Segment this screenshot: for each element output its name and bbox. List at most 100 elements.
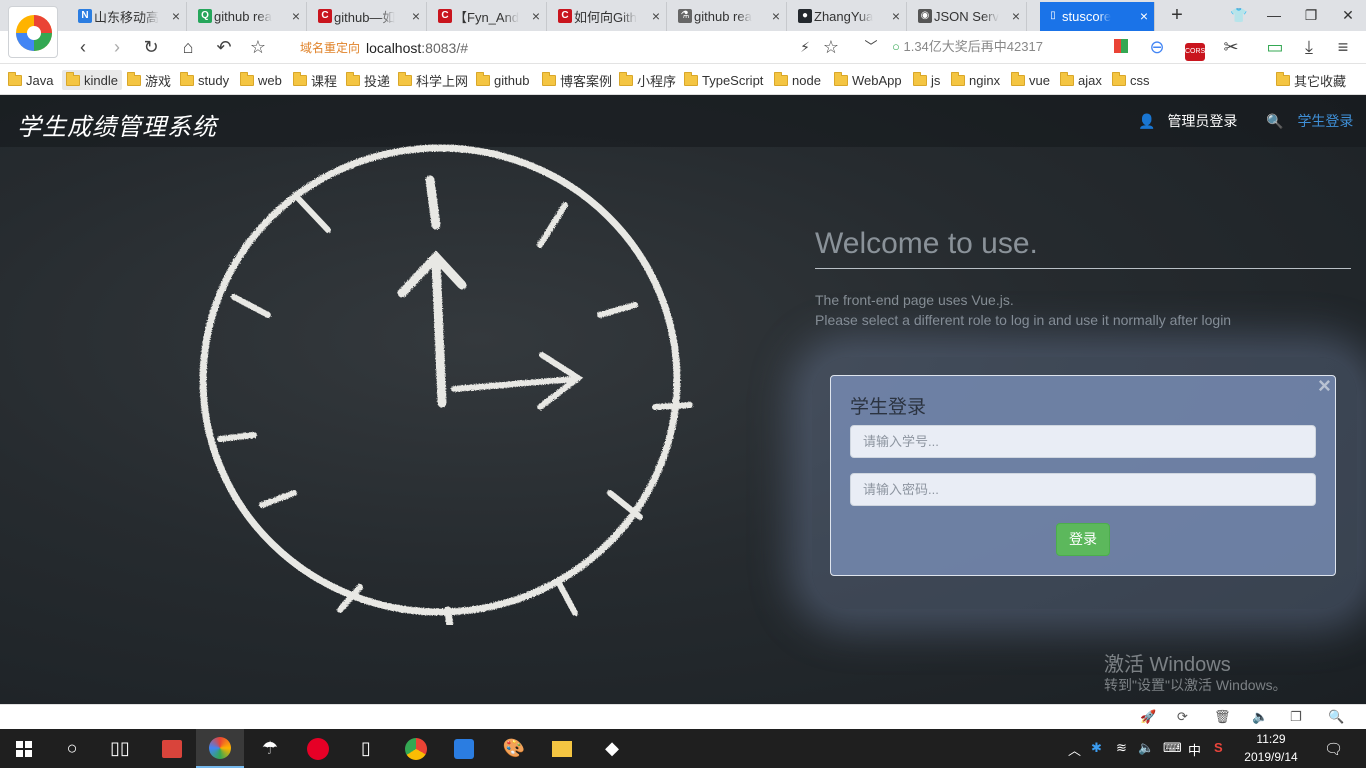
browser-tab[interactable]: ◉ JSON Serv × [912, 2, 1027, 31]
browser-taskbar-icon[interactable] [196, 729, 244, 768]
task-view-icon[interactable]: ▯▯ [96, 729, 144, 768]
forward-icon[interactable]: › [106, 36, 128, 58]
bookmark-star-icon[interactable]: ☆ [820, 36, 842, 58]
file-icon[interactable]: ▯ [342, 729, 390, 768]
browser-tab[interactable]: Cgithub—如 × [312, 2, 427, 31]
tab-close-icon[interactable]: × [652, 8, 660, 24]
close-window-button[interactable]: ✕ [1333, 4, 1363, 26]
wifi-icon[interactable]: ≋ [1116, 740, 1127, 756]
rocket-icon[interactable]: 🚀 [1140, 709, 1156, 725]
shield-app-icon[interactable] [440, 729, 488, 768]
bookmark-item[interactable]: ajax [1060, 70, 1102, 90]
ime-indicator[interactable]: 中 [1188, 740, 1201, 759]
admin-login-link[interactable]: 👤 管理员登录 [1138, 111, 1237, 131]
url-text[interactable]: localhost:8083/# [366, 40, 468, 56]
scissors-icon[interactable]: ✂ [1220, 36, 1242, 58]
tab-close-icon[interactable]: × [172, 8, 180, 24]
bookmark-item[interactable]: TypeScript [684, 70, 763, 90]
browser-tab[interactable]: C 如何向Gith × [552, 2, 667, 31]
bookmark-other[interactable]: 其它收藏 [1276, 70, 1346, 90]
sogou-ime-icon[interactable]: S [1214, 740, 1223, 755]
notification-icon[interactable]: 🗨 [1324, 740, 1343, 758]
zoom-icon[interactable]: 🔍 [1328, 709, 1344, 725]
minimize-button[interactable]: — [1259, 4, 1289, 26]
close-icon[interactable]: × [1318, 375, 1331, 397]
clock-time[interactable]: 11:29 [1244, 732, 1298, 746]
bookmark-item[interactable]: css [1112, 70, 1150, 90]
student-login-link[interactable]: 🔍 学生登录 [1266, 111, 1353, 131]
bookmark-item[interactable]: 投递 [346, 70, 390, 90]
bookmark-item[interactable]: 课程 [293, 70, 337, 90]
student-id-input[interactable] [850, 425, 1316, 458]
app-brand[interactable]: 学生成绩管理系统 [17, 107, 217, 142]
browser-logo[interactable] [8, 6, 58, 58]
browser-tab[interactable]: ● ZhangYua × [792, 2, 907, 31]
bookmark-item[interactable]: 科学上网 [398, 70, 468, 90]
bookmark-item[interactable]: nginx [951, 70, 1000, 90]
tab-close-icon[interactable]: × [772, 8, 780, 24]
bookmark-item[interactable]: node [774, 70, 821, 90]
umbrella-app-icon[interactable]: ☂ [246, 729, 294, 768]
browser-tab[interactable]: N 山东移动高 × [72, 2, 187, 31]
tab-close-icon[interactable]: × [292, 8, 300, 24]
menu-icon[interactable]: ≡ [1332, 36, 1354, 58]
refresh-icon[interactable]: ↻ [140, 36, 162, 58]
tab-close-icon[interactable]: × [532, 8, 540, 24]
bookmark-item[interactable]: WebApp [834, 70, 902, 90]
tray-app-icon[interactable]: ✱ [1091, 740, 1102, 756]
chevron-down-icon[interactable]: ﹀ [860, 36, 882, 58]
trash-icon[interactable]: 🗑 [1214, 709, 1231, 725]
netease-music-icon[interactable] [294, 729, 342, 768]
bookmark-item[interactable]: js [913, 70, 940, 90]
login-button[interactable]: 登录 [1056, 523, 1110, 556]
tab-title: github rea [694, 9, 752, 24]
browser-tab[interactable]: C 【Fyn_And × [432, 2, 547, 31]
cors-extension-icon[interactable]: CORS [1184, 36, 1206, 61]
bookmark-item[interactable]: vue [1011, 70, 1050, 90]
minus-circle-icon[interactable]: ⊖ [1146, 36, 1168, 58]
restore-button[interactable]: ❐ [1296, 4, 1326, 26]
tab-close-icon[interactable]: × [1140, 8, 1148, 24]
git-app-icon[interactable]: ◆ [588, 729, 636, 768]
bookmark-item[interactable]: Java [8, 70, 53, 90]
paint-app-icon[interactable]: 🎨 [490, 729, 538, 768]
keyboard-icon[interactable]: ⌨ [1163, 740, 1182, 756]
clock-date[interactable]: 2019/9/14 [1238, 750, 1304, 764]
cortana-search-icon[interactable]: ○ [48, 729, 96, 768]
new-tab-button[interactable]: + [1162, 4, 1192, 26]
home-icon[interactable]: ⌂ [177, 36, 199, 58]
undo-close-icon[interactable]: ↶ [213, 36, 235, 58]
volume-icon[interactable]: 🔈 [1138, 740, 1154, 756]
tab-close-icon[interactable]: × [1012, 8, 1020, 24]
folder-icon [684, 71, 698, 86]
browser-tab[interactable]: ⚗ github rea × [672, 2, 787, 31]
bookmark-item[interactable]: github [476, 70, 529, 90]
shirt-skin-icon[interactable]: 👕 [1224, 4, 1254, 26]
address-bar[interactable]: 域名重定向 localhost:8083/# [286, 35, 856, 60]
bookmark-item[interactable]: kindle [62, 70, 122, 90]
bookmark-item[interactable]: study [180, 70, 229, 90]
favorite-star-icon[interactable]: ☆ [247, 36, 269, 58]
browser-tab[interactable]: ▯ stuscore × [1040, 2, 1155, 31]
browser-tab[interactable]: Qgithub rea × [192, 2, 307, 31]
chevron-up-icon[interactable]: ︿ [1068, 740, 1081, 759]
back-icon[interactable]: ‹ [72, 36, 94, 58]
tab-close-icon[interactable]: × [892, 8, 900, 24]
hot-search-box[interactable]: ○ 1.34亿大奖后再中42317 [892, 36, 1092, 58]
speaker-icon[interactable]: 🔈 [1252, 709, 1268, 725]
bookmark-item[interactable]: 游戏 [127, 70, 171, 90]
download-icon[interactable]: ⤓ [1298, 36, 1320, 58]
apps-grid-icon[interactable] [1110, 36, 1132, 58]
file-explorer-icon[interactable] [538, 729, 586, 768]
presentation-app-icon[interactable] [148, 729, 196, 768]
chrome-icon[interactable] [392, 729, 440, 768]
bookmark-item[interactable]: web [240, 70, 282, 90]
window-icon[interactable]: ❐ [1290, 709, 1302, 725]
tab-close-icon[interactable]: × [412, 8, 420, 24]
lightning-icon[interactable]: ⚡ [794, 36, 816, 58]
windows-start-icon[interactable] [0, 729, 48, 768]
bookmark-item[interactable]: 小程序 [619, 70, 676, 90]
bookmark-item[interactable]: 博客案例 [542, 70, 612, 90]
refresh-circle-icon[interactable]: ⟳ [1177, 709, 1188, 725]
password-input[interactable] [850, 473, 1316, 506]
